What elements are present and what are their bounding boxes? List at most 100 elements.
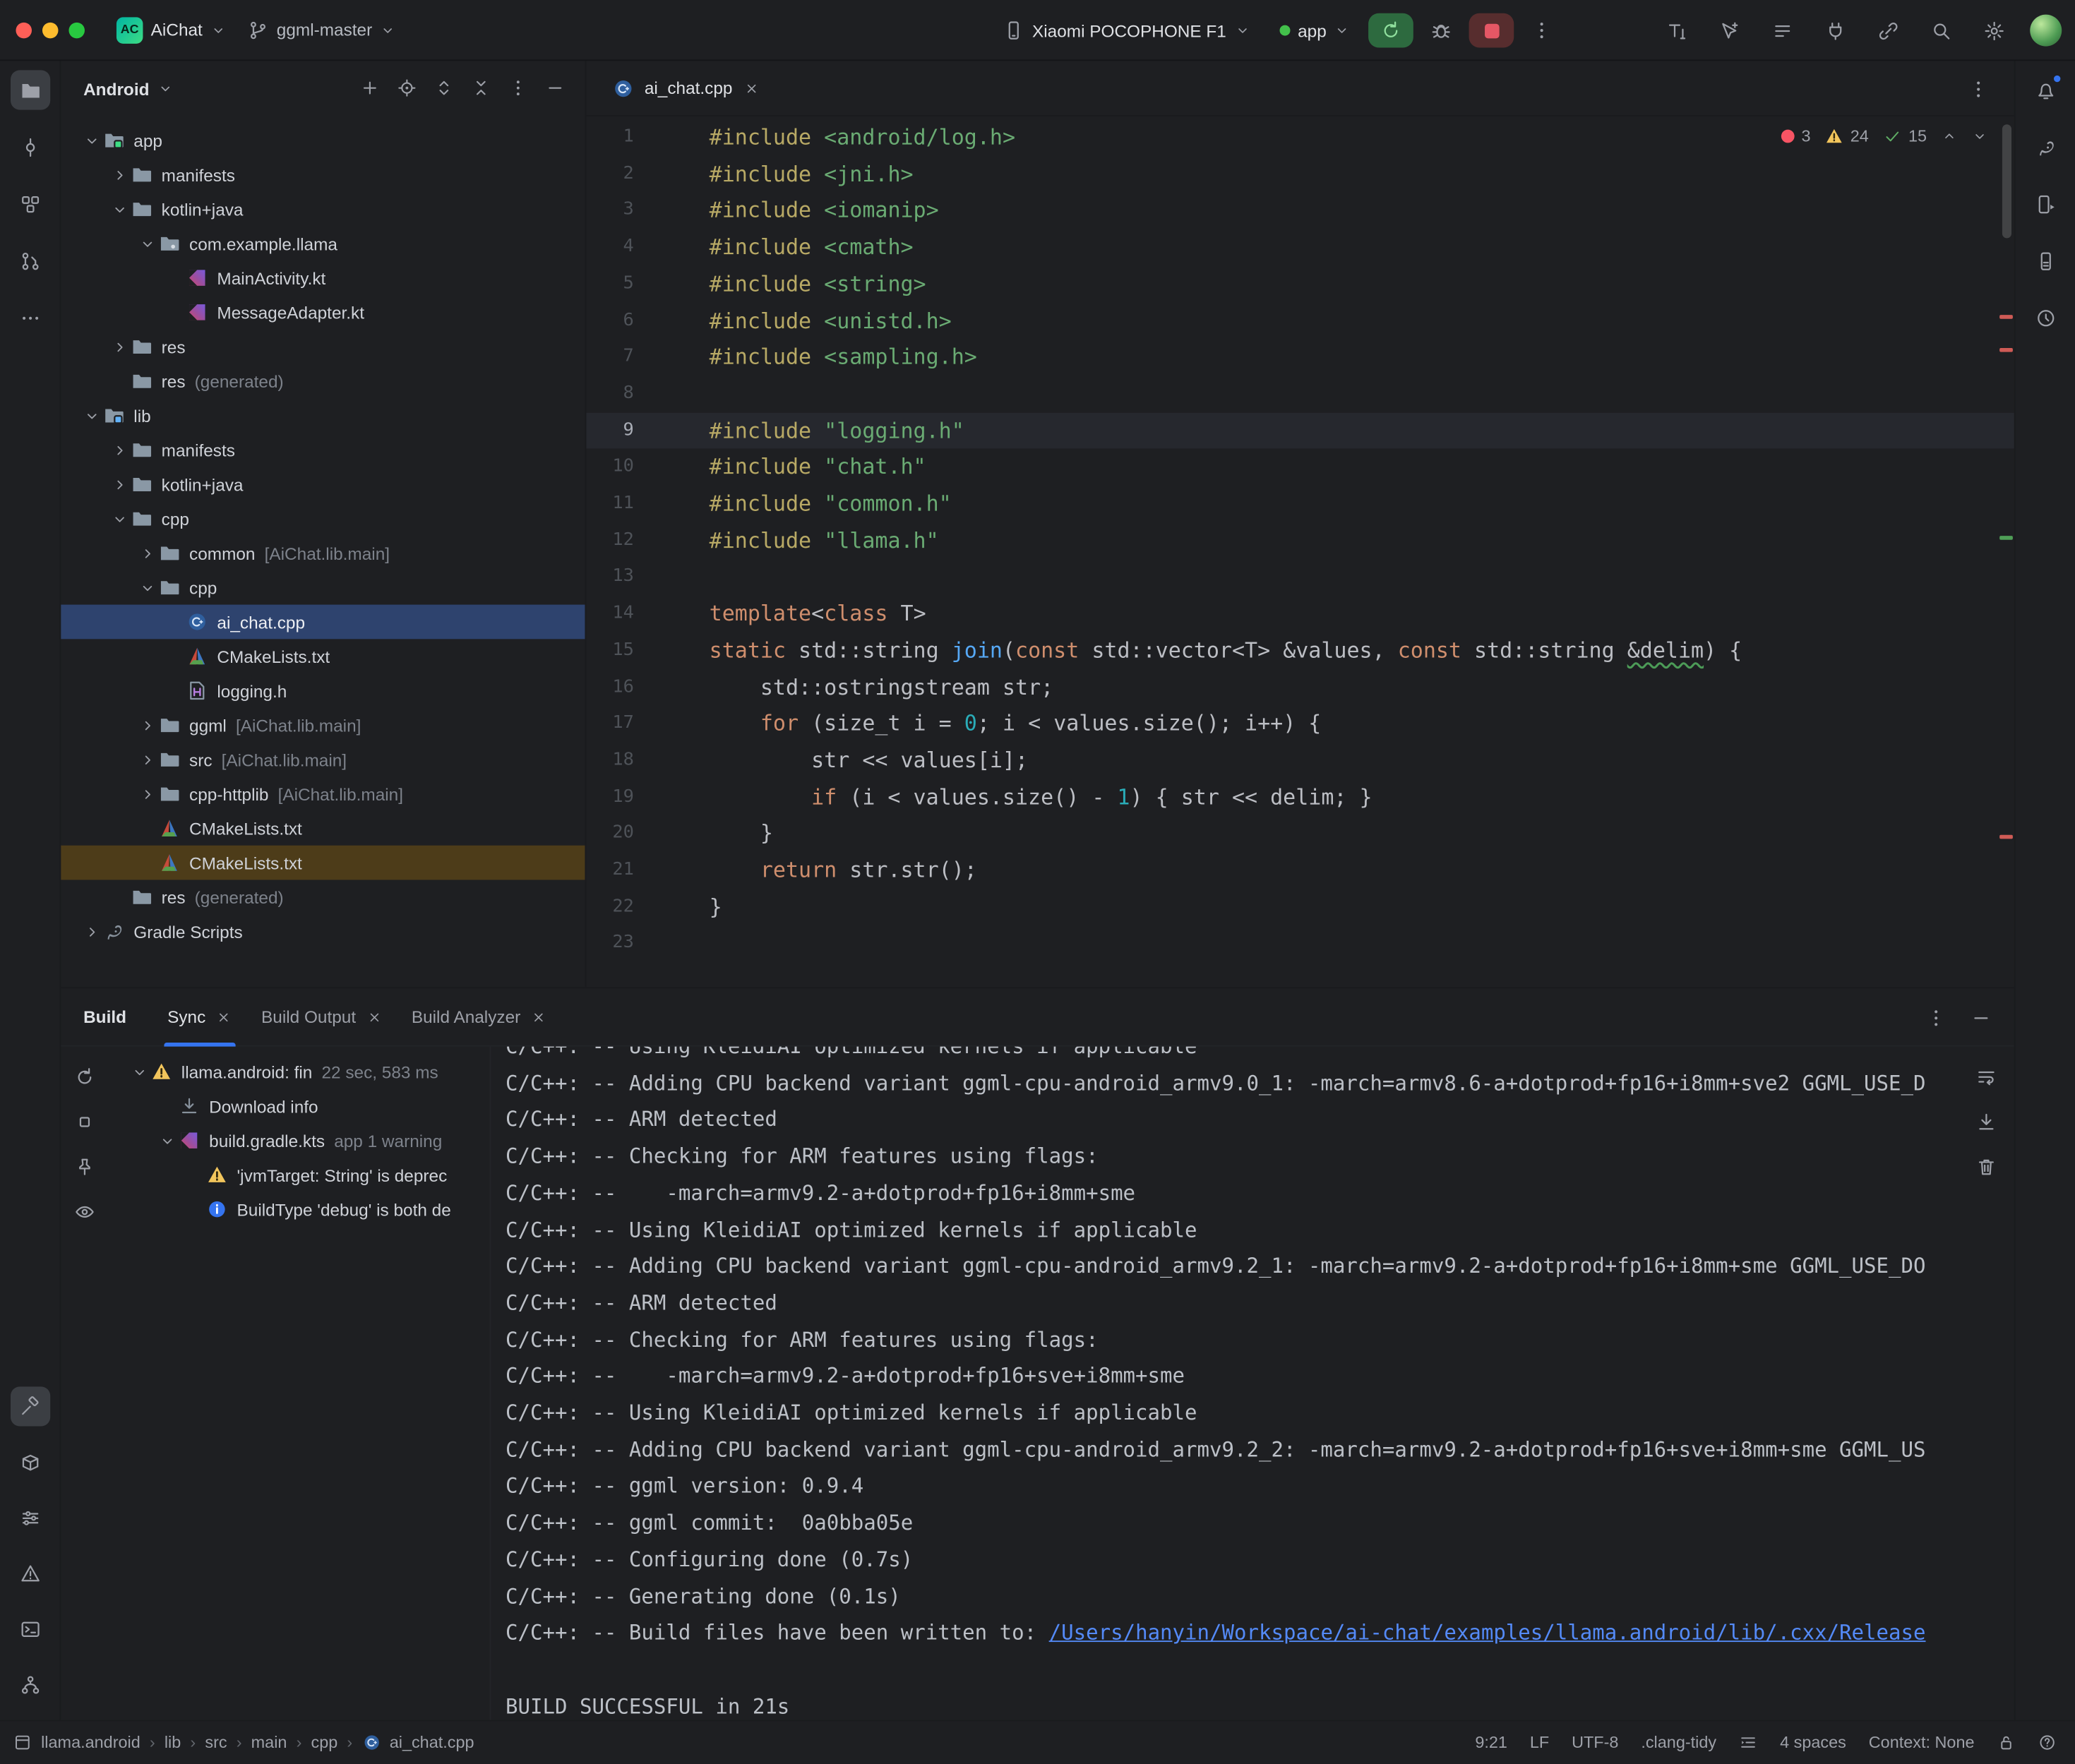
- tree-item-mainactivity-kt[interactable]: MainActivity.kt: [61, 260, 585, 295]
- chevron-right-icon[interactable]: [135, 785, 159, 802]
- code-line-9[interactable]: 9#include "logging.h": [586, 412, 2014, 449]
- chevron-right-icon[interactable]: [107, 338, 131, 355]
- line-separator[interactable]: LF: [1530, 1733, 1549, 1751]
- hide-build-panel-button[interactable]: [1964, 1000, 1999, 1034]
- more-tools-button[interactable]: [10, 298, 49, 337]
- editor-options-button[interactable]: [1959, 68, 1998, 108]
- analysis-mark[interactable]: [1999, 315, 2013, 319]
- chevron-down-icon[interactable]: [135, 579, 159, 596]
- chevron-down-icon[interactable]: [107, 200, 131, 217]
- code-line-17[interactable]: 17 for (size_t i = 0; i < values.size();…: [586, 706, 2014, 743]
- search-everywhere-button[interactable]: [1922, 11, 1961, 50]
- build-panel-title[interactable]: Build: [83, 1007, 126, 1026]
- tree-item-jvmtarget-string-is-deprec[interactable]: 'jvmTarget: String' is deprec: [109, 1158, 490, 1192]
- build-button[interactable]: [10, 1386, 49, 1426]
- version-control-button[interactable]: [10, 1664, 49, 1704]
- breadcrumb-main[interactable]: main: [251, 1733, 287, 1751]
- tree-item-kotlin-java[interactable]: kotlin+java: [61, 192, 585, 227]
- locate-file-button[interactable]: [392, 73, 424, 104]
- chevron-down-icon[interactable]: [107, 510, 131, 527]
- warnings-indicator[interactable]: 24: [1825, 127, 1869, 145]
- pull-requests-button[interactable]: [10, 241, 49, 280]
- passed-indicator[interactable]: 15: [1883, 127, 1927, 145]
- code-line-12[interactable]: 12#include "llama.h": [586, 522, 2014, 559]
- close-tab-icon[interactable]: [216, 1009, 232, 1024]
- code-line-11[interactable]: 11#include "common.h": [586, 486, 2014, 522]
- analysis-mark[interactable]: [1999, 835, 2013, 839]
- tree-item-app[interactable]: app: [61, 123, 585, 157]
- rerun-sync-button[interactable]: [68, 1060, 102, 1094]
- chevron-right-icon[interactable]: [135, 544, 159, 561]
- chevron-right-icon[interactable]: [107, 441, 131, 458]
- code-line-15[interactable]: 15static std::string join(const std::vec…: [586, 632, 2014, 669]
- code-style-icon[interactable]: [1739, 1733, 1757, 1751]
- tree-item-cmakelists-txt[interactable]: CMakeLists.txt: [61, 811, 585, 846]
- code-line-4[interactable]: 4#include <cmath>: [586, 229, 2014, 265]
- plugins-button[interactable]: [1816, 11, 1855, 50]
- more-run-actions-button[interactable]: [1522, 12, 1562, 49]
- terminal-button[interactable]: [10, 1609, 49, 1648]
- code-line-14[interactable]: 14template<class T>: [586, 596, 2014, 632]
- tree-item-build-gradle-kts[interactable]: build.gradle.ktsapp 1 warning: [109, 1123, 490, 1158]
- breadcrumb-src[interactable]: src: [205, 1733, 227, 1751]
- inspections-widget[interactable]: 3 24 15: [1781, 127, 1987, 145]
- project-button[interactable]: [10, 70, 49, 109]
- chevron-right-icon[interactable]: [135, 716, 159, 733]
- tree-item-buildtype-debug-is-both-de[interactable]: BuildType 'debug' is both de: [109, 1192, 490, 1227]
- soft-wrap-button[interactable]: [1969, 1060, 2004, 1094]
- analysis-mark[interactable]: [1999, 348, 2013, 352]
- chevron-right-icon[interactable]: [107, 476, 131, 493]
- tab-build-analyzer[interactable]: Build Analyzer: [397, 988, 561, 1045]
- close-window-button[interactable]: [16, 22, 31, 37]
- tree-item-ggml[interactable]: ggml[AiChat.lib.main]: [61, 708, 585, 743]
- notifications-button[interactable]: [2026, 70, 2065, 109]
- tree-item-logging-h[interactable]: logging.h: [61, 673, 585, 708]
- tree-item-download-info[interactable]: Download info: [109, 1089, 490, 1124]
- problems-button[interactable]: [10, 1553, 49, 1592]
- tree-item-manifests[interactable]: manifests: [61, 433, 585, 467]
- chevron-right-icon[interactable]: [79, 923, 103, 940]
- tree-item-kotlin-java[interactable]: kotlin+java: [61, 467, 585, 502]
- close-tab-icon[interactable]: [366, 1009, 382, 1024]
- scroll-to-end-button[interactable]: [1969, 1105, 2004, 1139]
- errors-indicator[interactable]: 3: [1781, 127, 1810, 145]
- code-line-3[interactable]: 3#include <iomanip>: [586, 193, 2014, 229]
- tree-item-common[interactable]: common[AiChat.lib.main]: [61, 536, 585, 570]
- chevron-down-icon[interactable]: [135, 235, 159, 252]
- tree-item-res[interactable]: res(generated): [61, 880, 585, 914]
- breadcrumb-lib[interactable]: lib: [165, 1733, 181, 1751]
- project-selector[interactable]: AC AiChat: [106, 11, 237, 48]
- breadcrumb-cpp[interactable]: cpp: [311, 1733, 338, 1751]
- tree-item-manifests[interactable]: manifests: [61, 157, 585, 192]
- structure-button[interactable]: [10, 184, 49, 224]
- tree-item-lib[interactable]: lib: [61, 398, 585, 433]
- ui-tools-button[interactable]: [1657, 11, 1697, 50]
- device-selector[interactable]: Xiaomi POCOPHONE F1: [993, 15, 1261, 47]
- preview-button[interactable]: [68, 1195, 102, 1230]
- cursor-position[interactable]: 9:21: [1475, 1733, 1507, 1751]
- code-line-6[interactable]: 6#include <unistd.h>: [586, 302, 2014, 339]
- ai-actions-button[interactable]: [1710, 11, 1750, 50]
- previous-problem-icon[interactable]: [1942, 128, 1957, 144]
- chevron-right-icon[interactable]: [107, 166, 131, 183]
- console-build-path-link[interactable]: /Users/hanyin/Workspace/ai-chat/examples…: [1049, 1621, 1926, 1645]
- indent-style[interactable]: 4 spaces: [1780, 1733, 1846, 1751]
- code-line-8[interactable]: 8: [586, 376, 2014, 412]
- editor-tab-ai-chat-cpp[interactable]: ai_chat.cpp: [597, 60, 775, 116]
- build-console[interactable]: C/C++: -- Using KleidiAI optimized kerne…: [491, 1047, 1959, 1720]
- chevron-down-icon[interactable]: [79, 131, 103, 148]
- collapse-all-button[interactable]: [466, 73, 498, 104]
- chevron-down-icon[interactable]: [155, 1132, 179, 1149]
- breadcrumb-ai-chat-cpp[interactable]: ai_chat.cpp: [361, 1733, 474, 1751]
- clang-tidy-widget[interactable]: .clang-tidy: [1641, 1733, 1716, 1751]
- app-quality-insights-button[interactable]: [2026, 298, 2065, 337]
- tree-item-cmakelists-txt[interactable]: CMakeLists.txt: [61, 639, 585, 673]
- resource-manager-button[interactable]: [10, 1442, 49, 1482]
- file-encoding[interactable]: UTF-8: [1572, 1733, 1618, 1751]
- minimize-window-button[interactable]: [42, 22, 58, 37]
- close-tab-icon[interactable]: [531, 1009, 546, 1024]
- add-new-button[interactable]: [354, 73, 386, 104]
- tree-item-cmakelists-txt[interactable]: CMakeLists.txt: [61, 846, 585, 880]
- profile-avatar[interactable]: [2030, 15, 2062, 47]
- code-line-5[interactable]: 5#include <string>: [586, 265, 2014, 302]
